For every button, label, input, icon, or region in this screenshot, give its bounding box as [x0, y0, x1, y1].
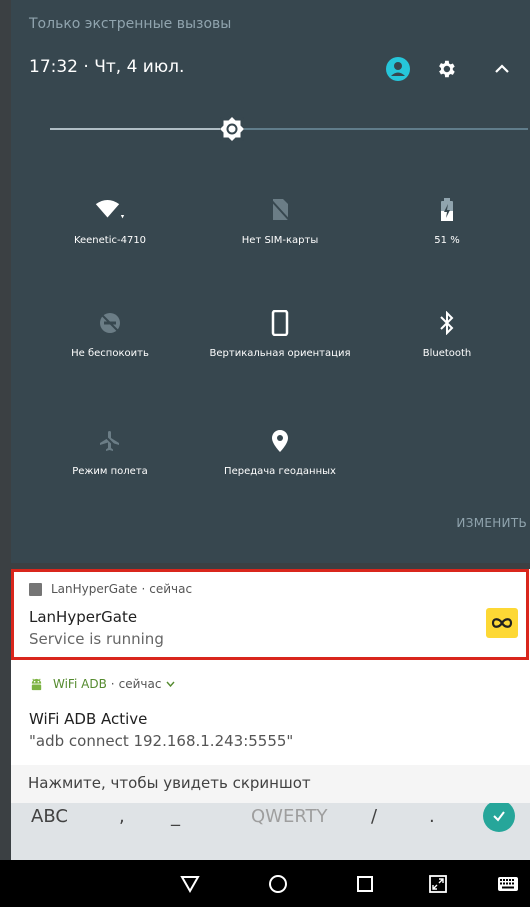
tile-sim[interactable]: Нет SIM-карты [195, 195, 365, 265]
infinity-icon [486, 608, 518, 638]
no-sim-icon [265, 195, 295, 225]
keyboard-key-slash[interactable]: / [371, 806, 377, 827]
separator-dot: · [141, 582, 146, 596]
tile-wifi-label: Keenetic-4710 [73, 235, 147, 246]
navigation-bar [0, 860, 530, 907]
user-icon[interactable] [384, 55, 412, 83]
expand-chevron-down-icon[interactable] [166, 681, 175, 687]
settings-gear-icon[interactable] [432, 55, 460, 83]
tile-battery[interactable]: 51 % [362, 195, 530, 265]
keyboard-key-qwerty[interactable]: QWERTY [251, 806, 328, 827]
notification-screenshot[interactable]: Нажмите, чтобы увидеть скриншот [11, 765, 530, 803]
tile-wifi[interactable]: Keenetic-4710 [25, 195, 195, 265]
keyboard-key-comma[interactable]: , [119, 806, 125, 827]
android-icon [29, 677, 44, 692]
notification-title: LanHyperGate [29, 608, 138, 626]
notification-text: "adb connect 192.168.1.243:5555" [29, 732, 294, 750]
tile-airplane-mode[interactable]: Режим полета [25, 426, 195, 496]
battery-icon [432, 195, 462, 225]
tile-orientation[interactable]: Вертикальная ориентация [195, 308, 365, 378]
collapse-chevron-up-icon[interactable] [488, 55, 516, 83]
notification-wifi-adb[interactable]: WiFi ADB · сейчас WiFi ADB Active "adb c… [11, 660, 530, 765]
tile-orientation-label: Вертикальная ориентация [209, 348, 351, 359]
app-icon [29, 582, 42, 596]
back-triangle-icon[interactable] [170, 860, 210, 907]
screen-resize-icon[interactable] [418, 860, 458, 907]
emergency-calls-status: Только экстренные вызовы [29, 16, 232, 32]
check-icon [493, 811, 505, 822]
date-time: 17:32 · Чт, 4 июл. [29, 57, 185, 77]
keyboard-key-underscore[interactable]: _ [171, 806, 180, 827]
bluetooth-icon [432, 308, 462, 338]
recents-square-icon[interactable] [345, 860, 385, 907]
tile-battery-label: 51 % [434, 235, 460, 246]
keyboard-enter-button[interactable] [483, 800, 515, 832]
notification-lanhypergate[interactable]: LanHyperGate · сейчас LanHyperGate Servi… [11, 569, 530, 660]
edit-button[interactable]: ИЗМЕНИТЬ [456, 516, 527, 530]
tile-bluetooth-label: Bluetooth [422, 348, 472, 359]
tile-location[interactable]: Передача геоданных [195, 426, 365, 496]
notification-time: сейчас [149, 582, 193, 596]
keyboard-key-period[interactable]: . [429, 806, 435, 827]
brightness-slider[interactable] [50, 117, 528, 141]
notification-header: WiFi ADB · сейчас [29, 676, 175, 692]
home-circle-icon[interactable] [258, 860, 298, 907]
notification-app-name: WiFi ADB [53, 677, 107, 691]
brightness-slider-fill [50, 128, 232, 130]
notification-header: LanHyperGate · сейчас [29, 581, 192, 597]
tile-location-label: Передача геоданных [224, 466, 336, 477]
notification-text: Service is running [29, 630, 164, 648]
tile-do-not-disturb[interactable]: Не беспокоить [25, 308, 195, 378]
quick-settings-header: 17:32 · Чт, 4 июл. [29, 55, 519, 85]
tile-do-not-disturb-label: Не беспокоить [71, 348, 149, 359]
notification-time: сейчас [118, 677, 162, 691]
keyboard-key-abc[interactable]: ABC [31, 806, 68, 827]
notification-title: WiFi ADB Active [29, 710, 148, 728]
location-icon [265, 426, 295, 456]
tile-sim-label: Нет SIM-карты [241, 235, 319, 246]
separator-dot: · [110, 677, 115, 691]
tile-airplane-mode-label: Режим полета [72, 466, 148, 477]
airplane-mode-icon [95, 426, 125, 456]
wifi-icon [95, 195, 125, 225]
notification-text: Нажмите, чтобы увидеть скриншот [28, 774, 311, 792]
do-not-disturb-icon [95, 308, 125, 338]
brightness-sun-icon[interactable] [217, 114, 247, 144]
tile-bluetooth[interactable]: Bluetooth [362, 308, 530, 378]
notification-app-name: LanHyperGate [51, 582, 138, 596]
keyboard-icon[interactable] [488, 860, 528, 907]
portrait-orientation-icon [265, 308, 295, 338]
